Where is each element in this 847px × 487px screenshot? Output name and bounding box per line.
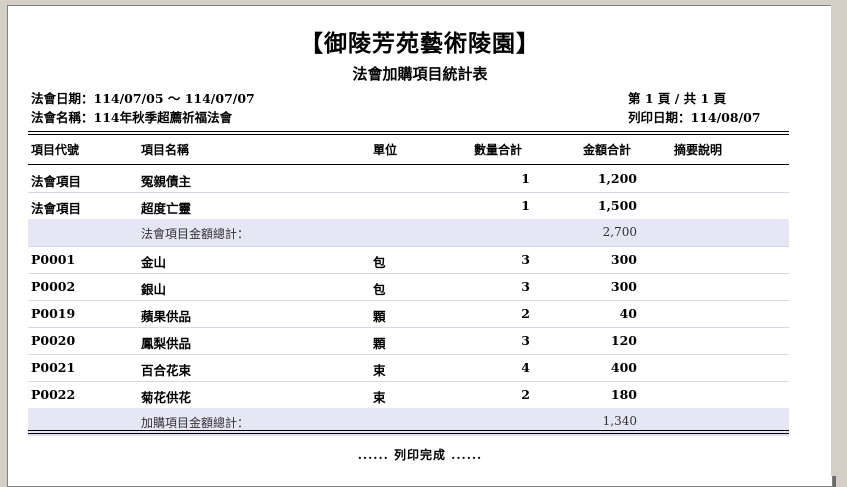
col-header-unit: 單位 (373, 143, 398, 157)
item-amount: 300 (610, 252, 637, 267)
col-header-desc: 摘要說明 (674, 143, 723, 157)
item-code: P0001 (31, 252, 76, 267)
item-amount: 400 (610, 360, 637, 375)
item-name: 蘋果供品 (141, 309, 192, 324)
item-code: P0020 (31, 333, 76, 348)
item-name: 超度亡靈 (141, 201, 192, 216)
subtotal-row: 法會項目金額總計： 2,700 (28, 219, 789, 247)
table-row: P0022 菊花供花 束 2 180 (28, 381, 789, 409)
item-amount: 120 (610, 333, 637, 348)
item-qty: 1 (521, 171, 530, 186)
item-unit: 束 (373, 390, 386, 405)
item-name: 冤親債主 (141, 174, 192, 189)
ceremony-date-range: 法會日期：114/07/05 ～ 114/07/07 (31, 91, 255, 106)
item-amount: 40 (619, 306, 637, 321)
col-header-name: 項目名稱 (141, 143, 190, 157)
item-name: 鳳梨供品 (141, 336, 192, 351)
item-unit: 顆 (373, 309, 386, 324)
item-code: 法會項目 (31, 174, 82, 189)
print-date: 列印日期：114/08/07 (628, 110, 761, 125)
item-name: 金山 (141, 255, 167, 270)
table-row: P0002 銀山 包 3 300 (28, 273, 789, 301)
col-header-qty: 數量合計 (474, 143, 523, 157)
subtotal-amount: 1,340 (602, 414, 637, 428)
item-unit: 包 (373, 282, 386, 297)
item-qty: 2 (521, 387, 530, 402)
item-amount: 300 (610, 279, 637, 294)
item-qty: 3 (521, 279, 530, 294)
item-qty: 2 (521, 306, 530, 321)
item-code: P0002 (31, 279, 76, 294)
table-row: P0019 蘋果供品 顆 2 40 (28, 300, 789, 328)
subtotal-label: 法會項目金額總計： (141, 227, 250, 241)
item-name: 菊花供花 (141, 390, 192, 405)
col-header-code: 項目代號 (31, 143, 80, 157)
item-amount: 180 (610, 387, 637, 402)
item-unit: 束 (373, 363, 386, 378)
table-bottom-rule (28, 430, 789, 434)
item-qty: 3 (521, 333, 530, 348)
item-code: P0022 (31, 387, 76, 402)
page-info: 第 1 頁 / 共 1 頁 (628, 91, 727, 106)
table-row: P0001 金山 包 3 300 (28, 246, 789, 274)
item-code: 法會項目 (31, 201, 82, 216)
item-qty: 3 (521, 252, 530, 267)
subtotal-label: 加購項目金額總計： (141, 416, 250, 430)
item-qty: 1 (521, 198, 530, 213)
item-amount: 1,200 (597, 171, 637, 186)
item-qty: 4 (521, 360, 530, 375)
item-name: 百合花束 (141, 363, 192, 378)
header-top-rule (28, 131, 789, 135)
item-code: P0021 (31, 360, 76, 375)
item-name: 銀山 (141, 282, 167, 297)
item-unit: 包 (373, 255, 386, 270)
table-row: P0020 鳳梨供品 顆 3 120 (28, 327, 789, 355)
report-page: 【御陵芳苑藝術陵園】 法會加購項目統計表 法會日期：114/07/05 ～ 11… (7, 5, 833, 487)
report-title: 【御陵芳苑藝術陵園】 (300, 30, 540, 57)
table-row: 法會項目 冤親債主 1 1,200 (28, 165, 789, 193)
table-row: 法會項目 超度亡靈 1 1,500 (28, 192, 789, 220)
print-complete-text: ...... 列印完成 ...... (357, 448, 483, 462)
ceremony-name: 法會名稱：114年秋季超薦祈福法會 (31, 110, 233, 125)
item-unit: 顆 (373, 336, 386, 351)
subtotal-amount: 2,700 (602, 225, 637, 239)
vertical-scrollbar[interactable] (831, 0, 847, 476)
col-header-amount: 金額合計 (583, 143, 632, 157)
item-amount: 1,500 (597, 198, 637, 213)
table-row: P0021 百合花束 束 4 400 (28, 354, 789, 382)
report-subtitle: 法會加購項目統計表 (352, 65, 488, 83)
item-code: P0019 (31, 306, 76, 321)
